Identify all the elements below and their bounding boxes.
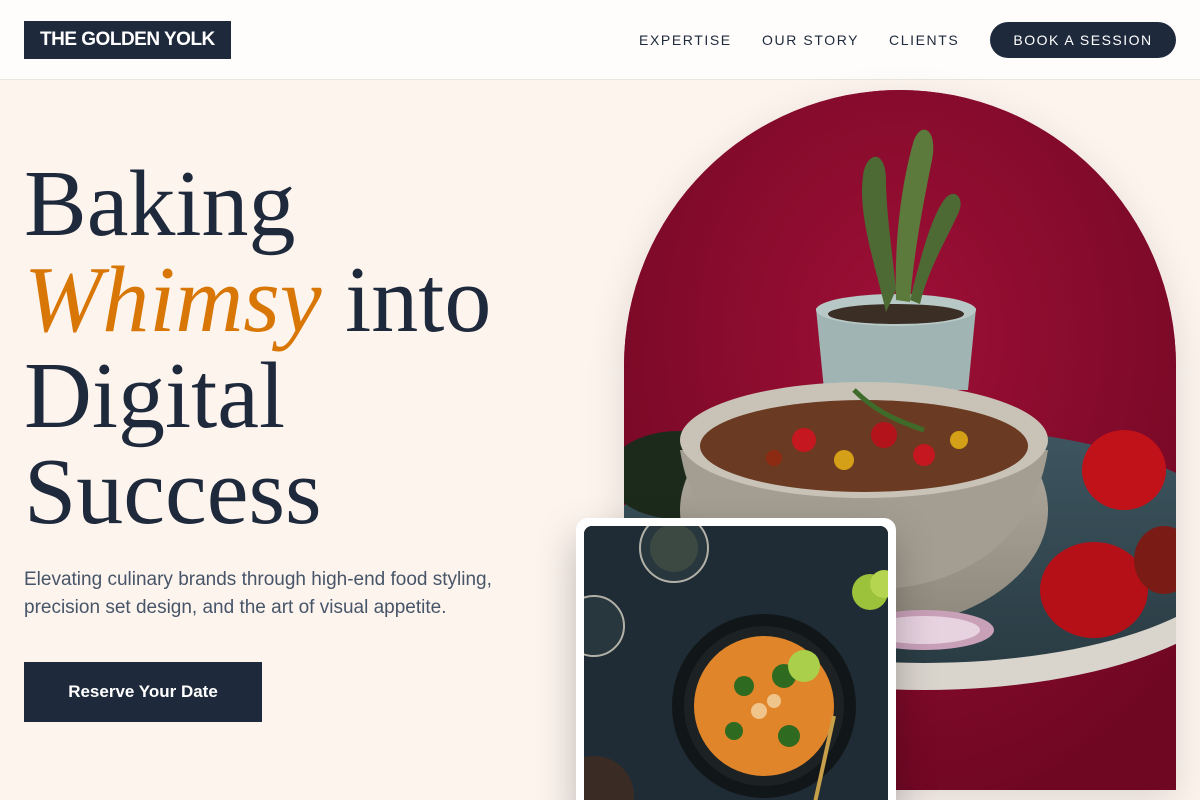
headline-accent-word: Whimsy: [24, 248, 322, 352]
nav-link-expertise[interactable]: EXPERTISE: [639, 31, 732, 49]
featured-photo-card: [576, 518, 896, 800]
hero-subtext: Elevating culinary brands through high-e…: [24, 569, 492, 618]
curry-photo-illustration: [584, 526, 888, 800]
headline-line-1: Baking: [24, 152, 296, 256]
card-photo: [584, 526, 888, 800]
hero-headline: Baking Whimsy into Digital Success: [24, 156, 584, 540]
headline-line-2: into: [345, 248, 492, 352]
brand-logo[interactable]: THE GOLDEN YOLK: [24, 21, 231, 59]
book-session-button[interactable]: BOOK A SESSION: [990, 22, 1176, 58]
headline-line-3: Digital: [24, 344, 286, 448]
headline-line-4: Success: [24, 440, 322, 544]
nav-link-clients[interactable]: CLIENTS: [889, 31, 959, 49]
reserve-date-button[interactable]: Reserve Your Date: [24, 662, 262, 722]
site-header: THE GOLDEN YOLK EXPERTISE OUR STORY CLIE…: [0, 0, 1200, 80]
nav-link-our-story[interactable]: OUR STORY: [762, 31, 859, 49]
